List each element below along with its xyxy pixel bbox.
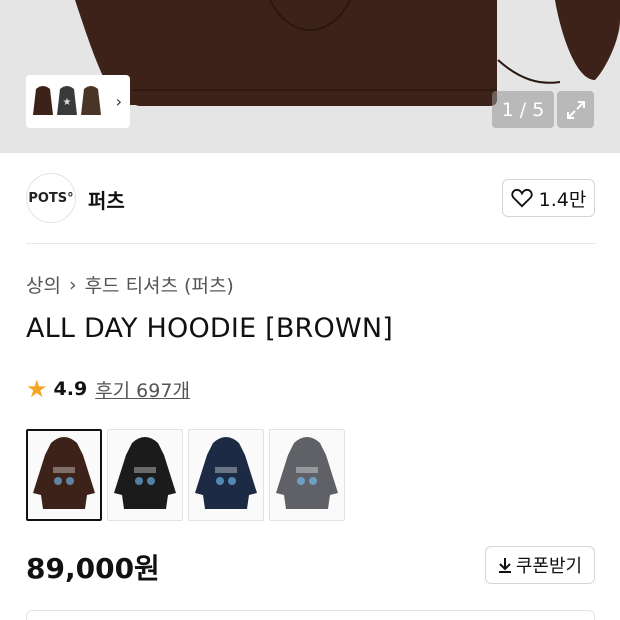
coupon-label: 쿠폰받기 <box>515 556 583 577</box>
gallery-thumbnail-strip[interactable]: ★ › <box>26 75 130 128</box>
rating-score: 4.9 <box>53 378 88 400</box>
svg-text:★: ★ <box>63 97 72 108</box>
brand-logo[interactable]: POTS° <box>26 173 76 223</box>
thumbnail-brown-back[interactable]: ★ <box>56 83 78 121</box>
color-variant-list <box>26 429 345 521</box>
expand-icon[interactable] <box>557 91 594 128</box>
breadcrumb: 상의 › 후드 티셔츠 (퍼츠) <box>26 271 234 298</box>
coupon-button[interactable]: 쿠폰받기 <box>485 546 595 584</box>
brand-name[interactable]: 퍼츠 <box>88 185 125 214</box>
like-count: 1.4만 <box>538 188 587 211</box>
product-title: ALL DAY HOODIE [BROWN] <box>26 313 394 344</box>
image-counter: 1 / 5 <box>492 91 554 128</box>
thumbnail-brown-side[interactable] <box>80 83 102 121</box>
star-icon: ★ <box>26 375 48 403</box>
heart-icon <box>511 188 533 208</box>
chevron-right-icon: › <box>68 273 77 296</box>
product-image-gallery[interactable]: ★ › 1 / 5 <box>0 0 620 153</box>
reviews-link[interactable]: 후기 697개 <box>95 376 190 403</box>
product-price: 89,000원 <box>26 552 160 585</box>
color-variant-navy[interactable] <box>188 429 264 521</box>
breadcrumb-category[interactable]: 상의 <box>26 271 61 298</box>
color-variant-black[interactable] <box>107 429 183 521</box>
rating-summary: ★ 4.9 후기 697개 <box>26 375 190 403</box>
like-button[interactable]: 1.4만 <box>502 179 595 217</box>
breadcrumb-subcategory[interactable]: 후드 티셔츠 (퍼츠) <box>85 271 234 298</box>
divider <box>26 243 595 244</box>
download-icon <box>498 558 511 573</box>
thumbnail-brown-front[interactable] <box>32 83 54 121</box>
chevron-right-icon[interactable]: › <box>116 92 122 111</box>
option-selector[interactable] <box>26 610 595 620</box>
color-variant-gray[interactable] <box>269 429 345 521</box>
color-variant-brown[interactable] <box>26 429 102 521</box>
